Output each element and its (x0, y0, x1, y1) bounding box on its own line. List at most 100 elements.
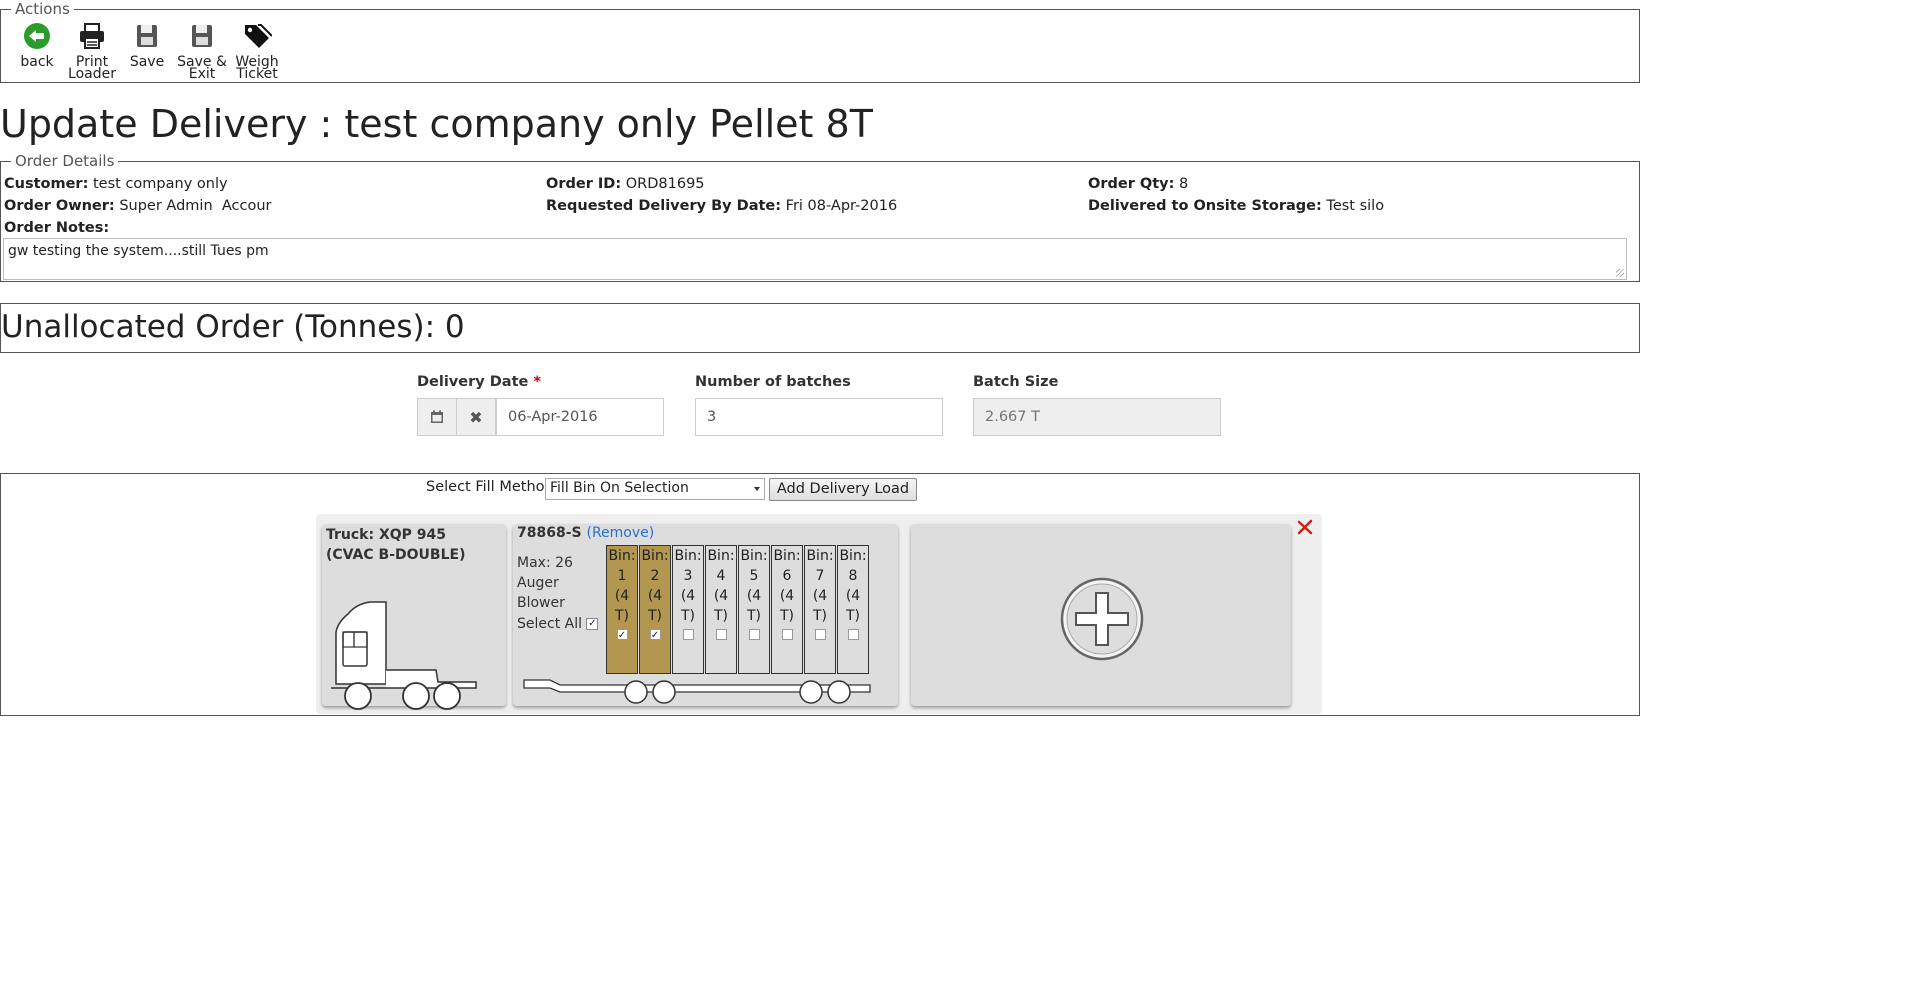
printer-icon (80, 23, 104, 49)
bin-3[interactable]: Bin: 3 (4 T) (672, 545, 704, 674)
storage-label: Delivered to Onsite Storage: (1088, 198, 1322, 214)
order-id-row: Order ID: ORD81695 (546, 176, 705, 192)
bin-capacity: (4 T) (713, 588, 729, 624)
bin-checkbox[interactable] (748, 629, 760, 640)
calendar-button[interactable] (417, 398, 457, 436)
batch-size-input: 2.667 T (973, 398, 1221, 436)
delivery-date-label: Delivery Date * (417, 374, 541, 390)
order-id-value: ORD81695 (625, 176, 705, 192)
clear-date-button[interactable]: ✖ (456, 398, 496, 436)
weigh-ticket-button[interactable]: Weigh Ticket (232, 22, 282, 82)
calendar-icon (431, 410, 443, 423)
bin-7[interactable]: Bin: 7 (4 T) (804, 545, 836, 674)
order-id-label: Order ID: (546, 176, 622, 192)
bin-4[interactable]: Bin: 4 (4 T) (705, 545, 737, 674)
batches-input[interactable]: 3 (695, 398, 943, 436)
bin-number: 6 (782, 568, 792, 584)
save-button[interactable]: Save (122, 22, 172, 70)
bin-capacity: (4 T) (845, 588, 861, 624)
batch-size-label: Batch Size (973, 374, 1059, 390)
bin-label: Bin: (707, 548, 735, 564)
bin-capacity: (4 T) (680, 588, 696, 624)
order-qty-value: 8 (1179, 176, 1189, 192)
order-details-legend: Order Details (15, 152, 115, 170)
bin-number: 2 (650, 568, 660, 584)
trailer-id: 78868-S (517, 525, 582, 541)
customer-value: test company only (93, 176, 228, 192)
bin-number: 3 (683, 568, 693, 584)
bin-number: 7 (815, 568, 825, 584)
save-label: Save (129, 54, 165, 70)
bin-number: 1 (617, 568, 627, 584)
order-notes-label: Order Notes: (4, 220, 109, 236)
back-button[interactable]: back (12, 22, 62, 70)
bin-label: Bin: (839, 548, 867, 564)
add-trailer-plus-icon[interactable] (1060, 577, 1144, 661)
unallocated-panel: Unallocated Order (Tonnes): 0 (0, 303, 1640, 353)
bin-number: 4 (716, 568, 726, 584)
select-all-checkbox[interactable]: ✓ (586, 618, 599, 630)
order-qty-label: Order Qty: (1088, 176, 1175, 192)
required-mark: * (533, 374, 541, 390)
bin-label: Bin: (608, 548, 636, 564)
bin-label: Bin: (641, 548, 669, 564)
fill-method-select[interactable]: Fill Bin On Selection (545, 478, 765, 500)
bin-checkbox[interactable]: ✓ (649, 629, 661, 641)
trailer-max: Max: 26 (517, 555, 573, 571)
bin-capacity: (4 T) (812, 588, 828, 624)
bin-8[interactable]: Bin: 8 (4 T) (837, 545, 869, 674)
delivery-date-input[interactable]: 06-Apr-2016 (496, 398, 664, 436)
save-exit-button[interactable]: Save & Exit (177, 22, 227, 81)
back-label: back (20, 54, 54, 70)
bin-label: Bin: (773, 548, 801, 564)
ticket-label: Ticket (236, 66, 278, 82)
bin-capacity: (4 T) (746, 588, 762, 624)
bin-5[interactable]: Bin: 5 (4 T) (738, 545, 770, 674)
page-title: Update Delivery : test company only Pell… (0, 102, 873, 146)
batches-label: Number of batches (695, 374, 851, 390)
remove-trailer-link[interactable]: (Remove) (586, 525, 654, 541)
bin-capacity: (4 T) (614, 588, 630, 624)
bin-number: 5 (749, 568, 759, 584)
bin-checkbox[interactable] (715, 629, 727, 640)
tags-icon (245, 24, 272, 48)
loader-label: Loader (68, 66, 116, 82)
customer-label: Customer: (4, 176, 89, 192)
trailer-auger: Auger (517, 575, 559, 591)
add-delivery-load-button[interactable]: Add Delivery Load (769, 478, 917, 501)
select-all-label: Select All (517, 616, 582, 632)
bin-label: Bin: (806, 548, 834, 564)
bin-checkbox[interactable] (781, 629, 793, 640)
order-qty-row: Order Qty: 8 (1088, 176, 1188, 192)
bin-6[interactable]: Bin: 6 (4 T) (771, 545, 803, 674)
actions-legend: Actions (15, 0, 70, 18)
bin-label: Bin: (674, 548, 702, 564)
owner-label: Order Owner: (4, 198, 115, 214)
requested-date-row: Requested Delivery By Date: Fri 08-Apr-2… (546, 198, 897, 214)
close-icon (1297, 519, 1313, 535)
bin-checkbox[interactable]: ✓ (616, 629, 628, 641)
remove-load-close-icon[interactable] (1297, 519, 1313, 535)
bin-checkbox[interactable] (682, 629, 694, 640)
requested-date-label: Requested Delivery By Date: (546, 198, 782, 214)
requested-date-value: Fri 08-Apr-2016 (785, 198, 898, 214)
bin-checkbox[interactable] (847, 629, 859, 640)
order-notes-textarea[interactable]: gw testing the system....still Tues pm (3, 238, 1627, 280)
fill-method-label: Select Fill Method (426, 479, 554, 495)
bin-checkbox[interactable] (814, 629, 826, 640)
print-loader-button[interactable]: Print Loader (67, 22, 117, 82)
bin-1[interactable]: Bin: 1 (4 T) ✓ (606, 545, 638, 674)
clear-icon: ✖ (469, 407, 483, 427)
bin-2[interactable]: Bin: 2 (4 T) ✓ (639, 545, 671, 674)
storage-value: Test silo (1326, 198, 1385, 214)
customer-row: Customer: test company only (4, 176, 228, 192)
order-owner-row: Order Owner: Super Admin Accour (4, 198, 271, 214)
fill-method-value: Fill Bin On Selection (550, 480, 689, 496)
bin-label: Bin: (740, 548, 768, 564)
onsite-storage-row: Delivered to Onsite Storage: Test silo (1088, 198, 1384, 214)
back-arrow-icon (24, 23, 50, 49)
notes-label-text: Order Notes: (4, 220, 110, 236)
resize-grip-icon[interactable] (1616, 269, 1624, 277)
floppy-disk-icon (192, 25, 212, 47)
delivery-date-label-text: Delivery Date (417, 374, 529, 390)
